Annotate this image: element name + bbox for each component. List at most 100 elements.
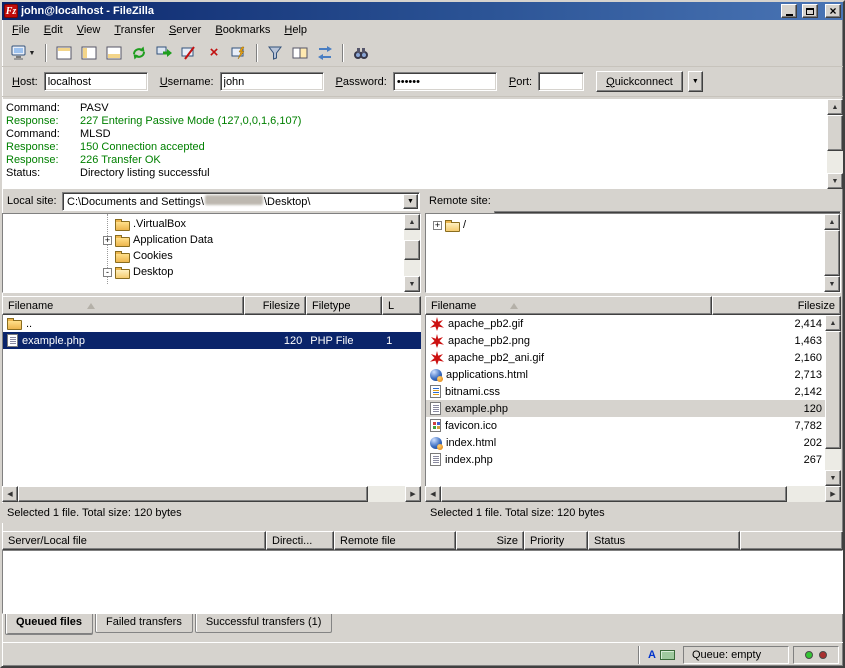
scroll-up-button[interactable]: ▲ — [825, 315, 841, 331]
toolbar: ▼ × — [2, 40, 843, 67]
tree-item-application-data[interactable]: +Application Data — [3, 232, 420, 248]
local-file-list: .. example.php 120 PHP File 1 — [2, 315, 421, 486]
scroll-up-button[interactable]: ▲ — [404, 214, 420, 230]
menu-server[interactable]: Server — [162, 21, 208, 39]
scrollbar-thumb[interactable] — [825, 331, 841, 449]
file-row[interactable]: favicon.ico 7,782 — [426, 417, 841, 434]
tab-failed-transfers[interactable]: Failed transfers — [95, 614, 193, 633]
find-icon — [353, 45, 369, 61]
port-input[interactable] — [538, 72, 584, 91]
toggle-tree-views-button[interactable] — [77, 42, 101, 64]
local-list-hscrollbar[interactable]: ◀ ▶ — [2, 486, 421, 502]
menu-edit[interactable]: Edit — [37, 21, 70, 39]
cancel-button[interactable]: × — [202, 42, 226, 64]
scroll-down-button[interactable]: ▼ — [824, 276, 840, 292]
filter-button[interactable] — [263, 42, 287, 64]
file-row[interactable]: apache_pb2.png 1,463 — [426, 332, 841, 349]
menu-view[interactable]: View — [70, 21, 108, 39]
remote-list-scrollbar[interactable]: ▲ ▼ — [825, 315, 841, 486]
log-scrollbar[interactable]: ▲ ▼ — [827, 99, 843, 189]
socket-activity-icon — [660, 650, 675, 660]
tab-queued-files[interactable]: Queued files — [5, 614, 93, 635]
reconnect-button[interactable] — [227, 42, 251, 64]
collapse-icon[interactable]: - — [103, 268, 112, 277]
scrollbar-thumb[interactable] — [827, 115, 843, 151]
file-row[interactable]: apache_pb2.gif 2,414 — [426, 315, 841, 332]
column-header-priority[interactable]: Priority — [524, 531, 588, 550]
column-header-server-local-file[interactable]: Server/Local file — [2, 531, 266, 550]
compare-button[interactable] — [288, 42, 312, 64]
tree-item-virtualbox[interactable]: .VirtualBox — [3, 216, 420, 232]
local-tree-scrollbar[interactable]: ▲ ▼ — [404, 214, 420, 292]
column-header-filesize[interactable]: Filesize — [712, 296, 841, 315]
scroll-right-button[interactable]: ▶ — [405, 486, 421, 502]
scroll-down-button[interactable]: ▼ — [404, 276, 420, 292]
file-row[interactable]: index.html 202 — [426, 434, 841, 451]
sort-ascending-icon — [510, 303, 518, 309]
file-row[interactable]: applications.html 2,713 — [426, 366, 841, 383]
minimize-button[interactable] — [781, 4, 797, 18]
site-manager-button[interactable]: ▼ — [6, 42, 40, 64]
file-row-highlighted[interactable]: example.php 120 — [426, 400, 841, 417]
column-header-remote-file[interactable]: Remote file — [334, 531, 456, 550]
site-manager-dropdown-icon[interactable]: ▼ — [29, 50, 36, 57]
maximize-button[interactable] — [802, 4, 818, 18]
password-input[interactable] — [393, 72, 497, 91]
file-row-selected[interactable]: example.php 120 PHP File 1 — [3, 332, 421, 349]
tree-item-cookies[interactable]: Cookies — [3, 248, 420, 264]
file-row[interactable]: bitnami.css 2,142 — [426, 383, 841, 400]
expand-icon[interactable]: + — [103, 236, 112, 245]
quickconnect-dropdown-button[interactable]: ▼ — [688, 71, 703, 92]
remote-pane-status: Selected 1 file. Total size: 120 bytes — [425, 503, 841, 523]
file-row[interactable]: apache_pb2_ani.gif 2,160 — [426, 349, 841, 366]
title-bar[interactable]: Fz john@localhost - FileZilla × — [2, 2, 843, 20]
column-header-size[interactable]: Size — [456, 531, 524, 550]
column-header-direction[interactable]: Directi... — [266, 531, 334, 550]
column-header-filename[interactable]: Filename — [425, 296, 712, 315]
toggle-transfer-queue-button[interactable] — [102, 42, 126, 64]
scrollbar-thumb[interactable] — [824, 230, 840, 276]
scroll-left-button[interactable]: ◀ — [2, 486, 18, 502]
scroll-up-button[interactable]: ▲ — [824, 214, 840, 230]
find-button[interactable] — [349, 42, 373, 64]
scroll-up-button[interactable]: ▲ — [827, 99, 843, 115]
tab-successful-transfers[interactable]: Successful transfers (1) — [195, 614, 333, 633]
remote-tree-scrollbar[interactable]: ▲ ▼ — [824, 214, 840, 292]
scrollbar-thumb[interactable] — [441, 486, 787, 502]
synchronized-browsing-button[interactable] — [313, 42, 337, 64]
host-input[interactable] — [44, 72, 148, 91]
tree-item-root[interactable]: +/ — [426, 217, 840, 233]
disconnect-button[interactable] — [177, 42, 201, 64]
queue-list[interactable] — [2, 550, 843, 614]
scroll-down-button[interactable]: ▼ — [825, 470, 841, 486]
tree-item-desktop[interactable]: -Desktop — [3, 264, 420, 280]
expand-icon[interactable]: + — [433, 221, 442, 230]
combo-dropdown-icon[interactable]: ▼ — [403, 194, 418, 209]
local-site-combobox[interactable]: C:\Documents and Settings\\Desktop\ ▼ — [62, 192, 420, 211]
column-header-status[interactable]: Status — [588, 531, 740, 550]
scrollbar-thumb[interactable] — [18, 486, 368, 502]
file-row[interactable]: index.php 267 — [426, 451, 841, 468]
menu-bookmarks[interactable]: Bookmarks — [208, 21, 277, 39]
process-queue-button[interactable] — [152, 42, 176, 64]
menu-help[interactable]: Help — [277, 21, 314, 39]
menu-file[interactable]: File — [5, 21, 37, 39]
column-header-lastmodified[interactable]: L — [382, 296, 421, 315]
sort-ascending-icon — [87, 303, 95, 309]
scroll-right-button[interactable]: ▶ — [825, 486, 841, 502]
refresh-button[interactable] — [127, 42, 151, 64]
scroll-left-button[interactable]: ◀ — [425, 486, 441, 502]
column-header-filename[interactable]: Filename — [2, 296, 244, 315]
scrollbar-thumb[interactable] — [404, 240, 420, 260]
menu-transfer[interactable]: Transfer — [107, 21, 162, 39]
toggle-message-log-button[interactable] — [52, 42, 76, 64]
quickconnect-button[interactable]: Quickconnect — [596, 71, 683, 92]
remote-list-hscrollbar[interactable]: ◀ ▶ — [425, 486, 841, 502]
scroll-down-button[interactable]: ▼ — [827, 173, 843, 189]
file-row-parent[interactable]: .. — [3, 315, 421, 332]
column-header-filesize[interactable]: Filesize — [244, 296, 306, 315]
column-header-filetype[interactable]: Filetype — [306, 296, 382, 315]
close-button[interactable]: × — [825, 4, 841, 18]
queue-status-panel: Queue: empty — [683, 646, 789, 664]
username-input[interactable] — [220, 72, 324, 91]
